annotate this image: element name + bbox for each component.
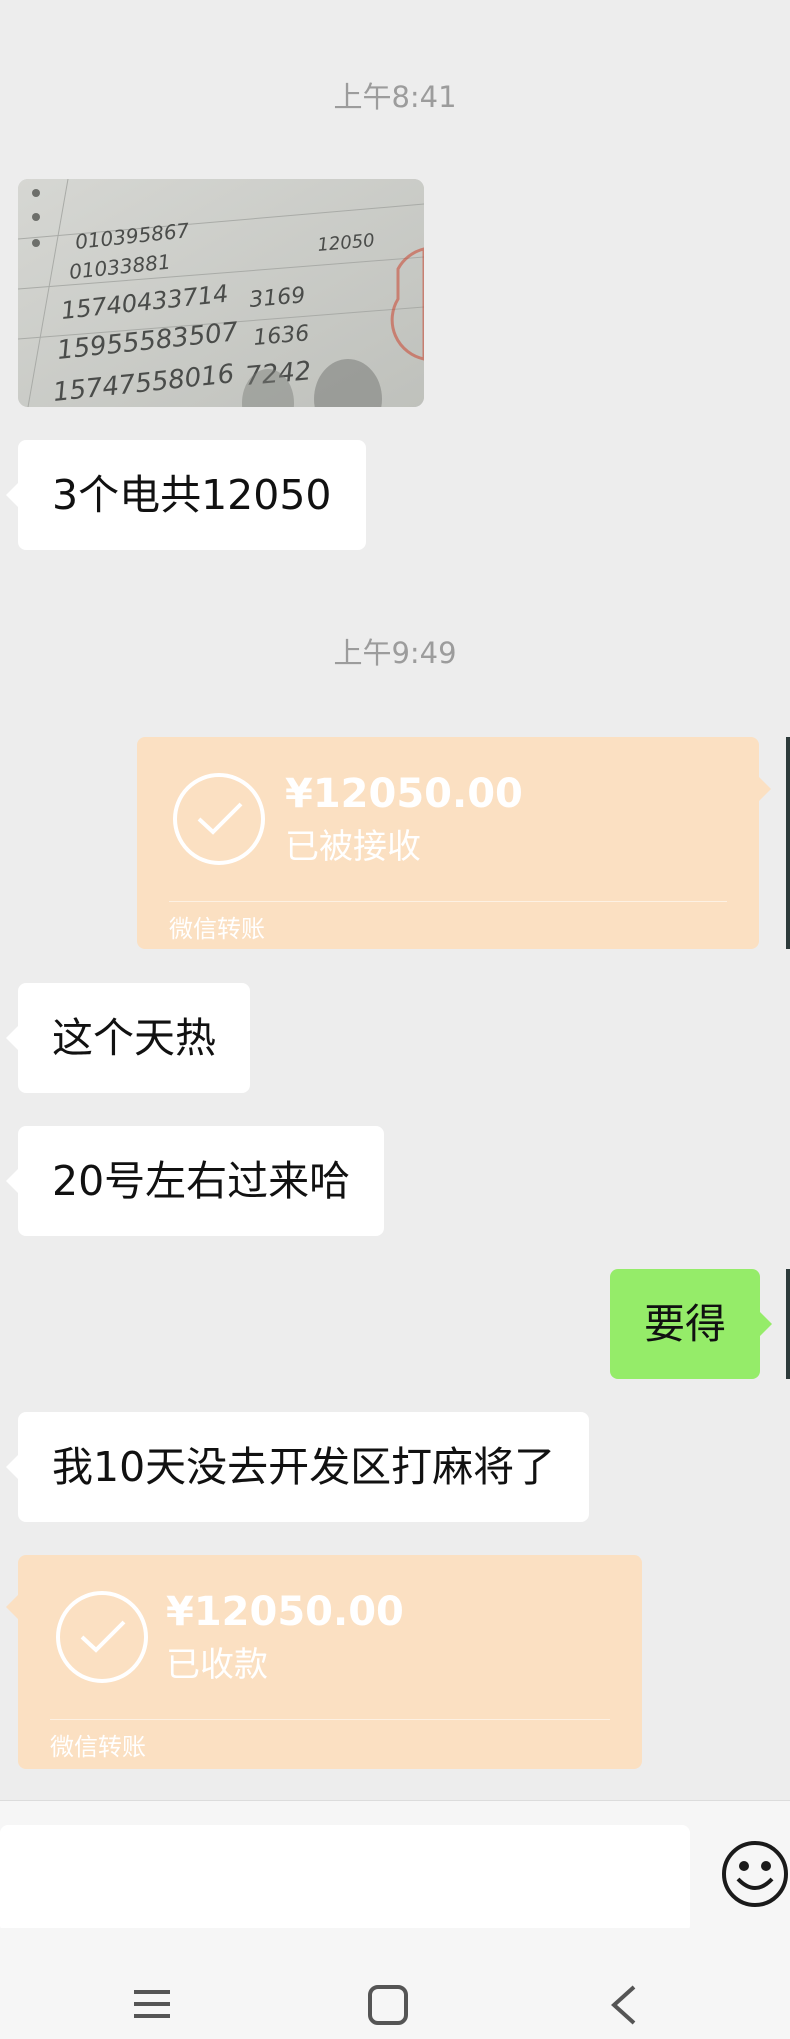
timestamp: 上午8:41: [333, 80, 457, 114]
incoming-message[interactable]: 我10天没去开发区打麻将了: [5, 1412, 590, 1522]
incoming-message[interactable]: 这个天热: [6, 983, 250, 1093]
emoji-smiley-icon[interactable]: [720, 1839, 790, 1909]
avatar-edge: [786, 1269, 790, 1379]
transfer-card-received[interactable]: ¥12050.00 已收款 微信转账: [6, 1555, 642, 1769]
incoming-message[interactable]: 3个电共12050: [6, 440, 366, 550]
outgoing-message[interactable]: 要得: [610, 1269, 772, 1379]
image-message[interactable]: 010395867 01033881 15740433714 159555835…: [18, 179, 424, 407]
check-circle-icon: [56, 1591, 148, 1683]
transfer-status: 已收款: [166, 1645, 268, 1685]
back-chevron-icon[interactable]: [608, 1984, 638, 2030]
transfer-label: 微信转账: [50, 1733, 146, 1761]
divider: [169, 901, 727, 902]
system-nav-bar: [0, 1928, 790, 2039]
handwritten-note-photo: 010395867 01033881 15740433714 159555835…: [18, 179, 424, 407]
chat-area: 上午8:41 010395867 01033881 15740433714 15…: [0, 0, 790, 1800]
transfer-status: 已被接收: [285, 827, 421, 867]
home-square-icon[interactable]: [367, 1984, 409, 2030]
incoming-message[interactable]: 20号左右过来哈: [5, 1126, 385, 1236]
message-input[interactable]: [0, 1825, 690, 1933]
transfer-amount: ¥12050.00: [166, 1589, 404, 1635]
divider: [50, 1719, 610, 1720]
transfer-card-sent[interactable]: ¥12050.00 已被接收 微信转账: [137, 737, 771, 949]
menu-icon[interactable]: [132, 1984, 172, 2028]
photo-value: 1636: [252, 321, 310, 351]
timestamp: 上午9:49: [333, 636, 457, 670]
transfer-amount: ¥12050.00: [285, 771, 523, 817]
avatar-edge: [786, 737, 790, 949]
check-circle-icon: [173, 773, 265, 865]
transfer-label: 微信转账: [169, 915, 265, 943]
input-bar: [0, 1800, 790, 1933]
photo-value: 3169: [248, 283, 306, 313]
